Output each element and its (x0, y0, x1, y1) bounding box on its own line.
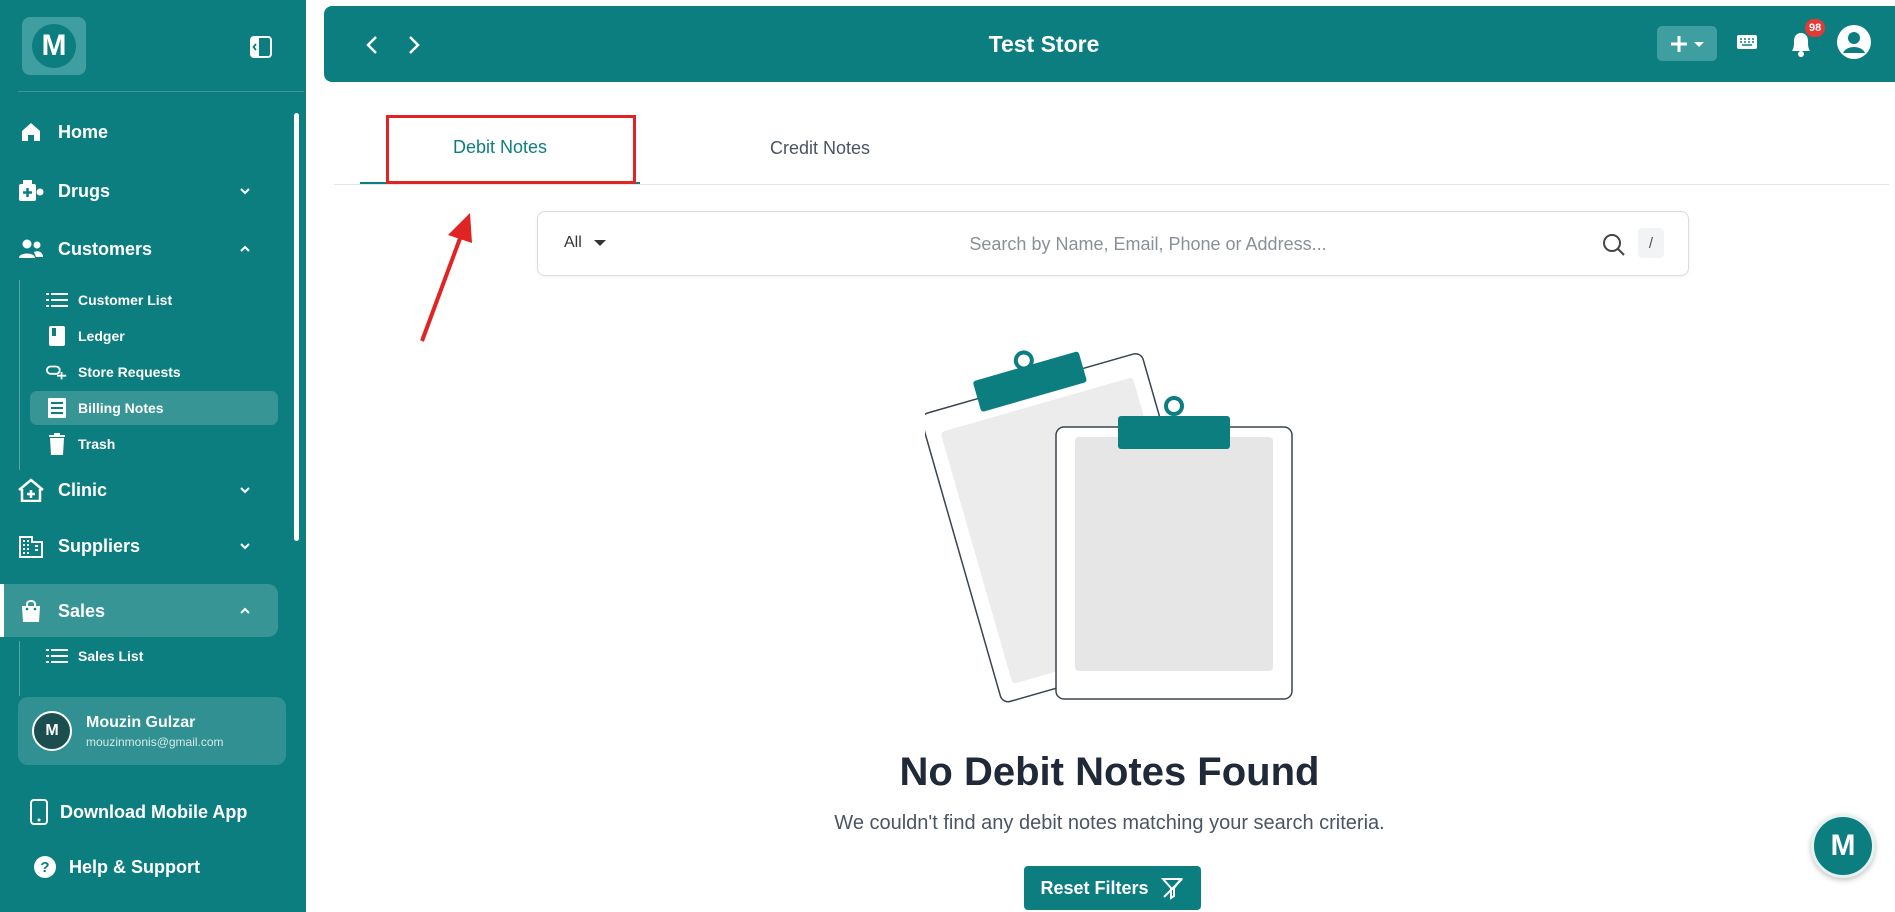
sidebar-item-label: Suppliers (58, 535, 141, 556)
sidebar-item-home[interactable]: Home (18, 110, 278, 154)
avatar: M (32, 711, 72, 751)
chevron-down-icon (240, 188, 250, 195)
chevron-down-icon (240, 543, 250, 550)
logo-letter: M (32, 24, 76, 68)
help-icon: ? (34, 856, 56, 878)
caret-down-icon (1694, 41, 1704, 47)
sidebar-item-drugs[interactable]: Drugs (18, 169, 278, 213)
app-logo[interactable]: M (22, 17, 86, 75)
notification-count-badge: 98 (1805, 19, 1826, 37)
people-icon (18, 236, 44, 262)
annotation-highlight-box (386, 115, 636, 184)
submenu-label: Store Requests (78, 364, 181, 380)
list-icon (46, 289, 68, 311)
caret-down-icon (593, 240, 606, 246)
empty-clipboards-illustration (925, 350, 1293, 703)
sidebar-item-suppliers[interactable]: Suppliers (18, 524, 278, 568)
filter-off-icon (1160, 878, 1183, 900)
trash-icon (46, 433, 68, 455)
sidebar-item-ledger[interactable]: Ledger (30, 319, 278, 353)
sidebar-item-trash[interactable]: Trash (30, 427, 278, 461)
chevron-up-icon (240, 245, 250, 252)
home-icon (18, 119, 44, 145)
sidebar-item-customers[interactable]: Customers (18, 227, 278, 271)
filter-value: All (564, 234, 582, 251)
chevron-down-icon (240, 487, 250, 494)
sidebar-item-sales[interactable]: Sales (18, 589, 278, 633)
sidebar-item-billing-notes[interactable]: Billing Notes (30, 391, 278, 425)
user-email: mouzinmonis@gmail.com (86, 734, 224, 749)
search-input[interactable] (738, 226, 1558, 262)
top-bar: Test Store 98 (324, 6, 1895, 82)
list-icon (46, 645, 68, 667)
submenu-label: Customer List (78, 292, 173, 308)
submenu-line (19, 641, 20, 696)
chevron-up-icon (240, 607, 250, 614)
keyboard-icon[interactable] (1736, 33, 1758, 51)
keyboard-shortcut-hint: / (1638, 228, 1664, 258)
user-name: Mouzin Gulzar (86, 713, 196, 731)
download-app-label: Download Mobile App (60, 801, 248, 822)
sidebar-item-label: Drugs (58, 180, 111, 201)
svg-text:?: ? (40, 859, 49, 876)
sidebar-item-clinic[interactable]: Clinic (18, 468, 278, 512)
pharmacy-icon (18, 178, 44, 204)
sidebar-item-label: Sales (58, 600, 106, 621)
reset-filters-button[interactable]: Reset Filters (1024, 866, 1201, 910)
submenu-line (19, 280, 20, 470)
help-label: Help & Support (69, 856, 200, 877)
mobile-phone-icon (30, 799, 48, 825)
store-title[interactable]: Test Store (324, 31, 1764, 58)
help-support-link[interactable]: ? Help & Support (33, 847, 200, 887)
empty-state-title: No Debit Notes Found (899, 750, 1320, 794)
account-circle-icon[interactable] (1836, 24, 1872, 60)
reset-filters-label: Reset Filters (1040, 877, 1149, 898)
submenu-label: Sales List (78, 648, 144, 664)
sidebar-divider (18, 91, 304, 92)
quick-add-button[interactable] (1657, 26, 1717, 61)
sidebar: M Home Drugs Customers Customer List Led… (0, 0, 306, 912)
sidebar-nav: Home Drugs Customers Customer List Ledge… (0, 108, 290, 696)
sidebar-scrollbar[interactable] (294, 113, 299, 541)
sidebar-item-store-requests[interactable]: Store Requests (30, 355, 278, 389)
sidebar-item-label: Home (58, 121, 109, 142)
search-filter-select[interactable]: All (564, 234, 606, 252)
submenu-label: Billing Notes (78, 400, 164, 416)
sidebar-item-sales-list[interactable]: Sales List (30, 639, 278, 673)
sidebar-collapse-icon[interactable] (250, 36, 272, 58)
user-profile-card[interactable]: M Mouzin Gulzar mouzinmonis@gmail.com (18, 697, 286, 765)
chat-assistant-letter: M (1830, 829, 1856, 862)
clinic-icon (18, 477, 44, 503)
sidebar-item-label: Customers (58, 238, 153, 259)
sidebar-item-label: Clinic (58, 479, 108, 500)
tab-credit-notes[interactable]: Credit Notes (680, 112, 960, 184)
submenu-label: Ledger (78, 328, 125, 344)
building-icon (18, 533, 44, 559)
shopping-bag-icon (18, 598, 44, 624)
receipt-icon (46, 397, 68, 419)
search-bar: All / (537, 211, 1689, 276)
download-mobile-app-link[interactable]: Download Mobile App (30, 792, 247, 832)
plus-icon (1671, 35, 1687, 52)
annotation-arrow-icon (420, 213, 472, 342)
submenu-label: Trash (78, 436, 116, 452)
search-icon[interactable] (1602, 233, 1626, 257)
link-request-icon (46, 361, 68, 383)
book-icon (46, 325, 68, 347)
empty-state-subtitle: We couldn't find any debit notes matchin… (834, 812, 1385, 834)
sidebar-item-customer-list[interactable]: Customer List (30, 283, 278, 317)
chat-assistant-button[interactable]: M (1811, 814, 1875, 878)
